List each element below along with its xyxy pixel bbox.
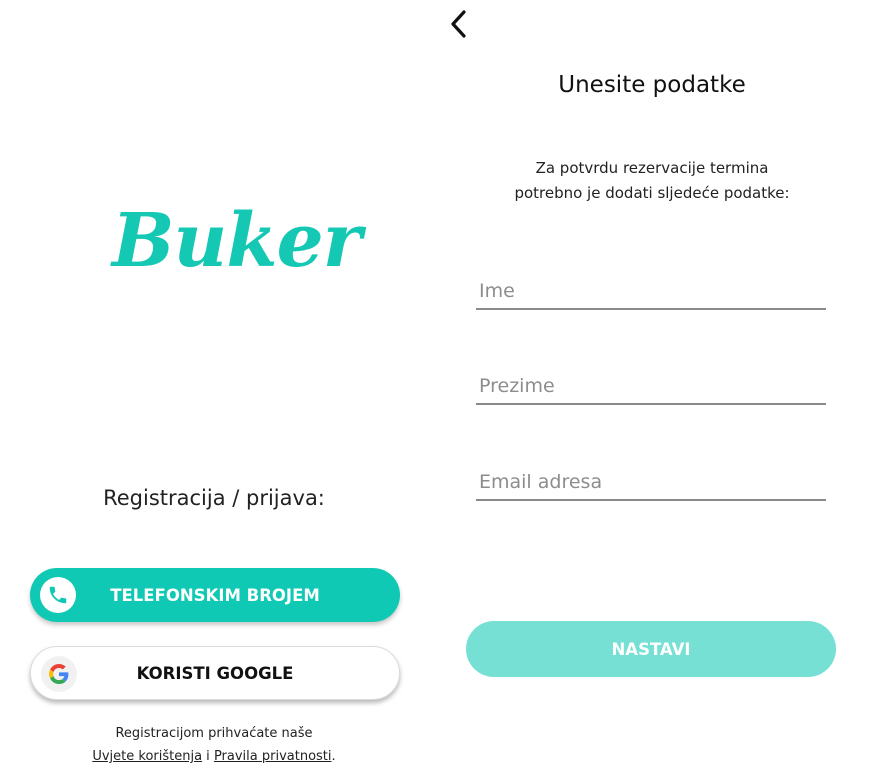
phone-login-button[interactable]: TELEFONSKIM BROJEM — [30, 568, 400, 622]
google-icon — [41, 656, 77, 692]
google-login-button[interactable]: KORISTI GOOGLE — [30, 646, 400, 700]
back-button[interactable] — [446, 8, 474, 40]
next-button[interactable]: NASTAVI — [466, 621, 836, 677]
form-title: Unesite podatke — [558, 72, 746, 98]
last-name-field[interactable] — [476, 369, 826, 405]
chevron-left-icon — [451, 10, 466, 38]
privacy-policy-link[interactable]: Pravila privatnosti — [214, 749, 332, 764]
terms-links: Uvjete korištenja i Pravila privatnosti. — [0, 749, 428, 764]
terms-notice: Registracijom prihvaćate naše — [115, 726, 313, 741]
terms-of-use-link[interactable]: Uvjete korištenja — [92, 749, 202, 764]
terms-conjunction: i — [202, 749, 214, 764]
google-login-label: KORISTI GOOGLE — [136, 663, 294, 683]
buker-logo: Buker — [112, 198, 362, 284]
form-subtitle-line1: Za potvrdu rezervacije termina — [535, 159, 769, 177]
form-subtitle-line2: potrebno je dodati sljedeće podatke: — [514, 184, 790, 202]
terms-period: . — [331, 749, 336, 764]
first-name-field[interactable] — [476, 274, 826, 310]
form-subtitle: Za potvrdu rezervacije termina potrebno … — [430, 156, 874, 206]
registration-title: Registracija / prijava: — [103, 486, 325, 510]
phone-icon — [40, 577, 76, 613]
email-field[interactable] — [476, 465, 826, 501]
phone-login-label: TELEFONSKIM BROJEM — [110, 585, 320, 605]
